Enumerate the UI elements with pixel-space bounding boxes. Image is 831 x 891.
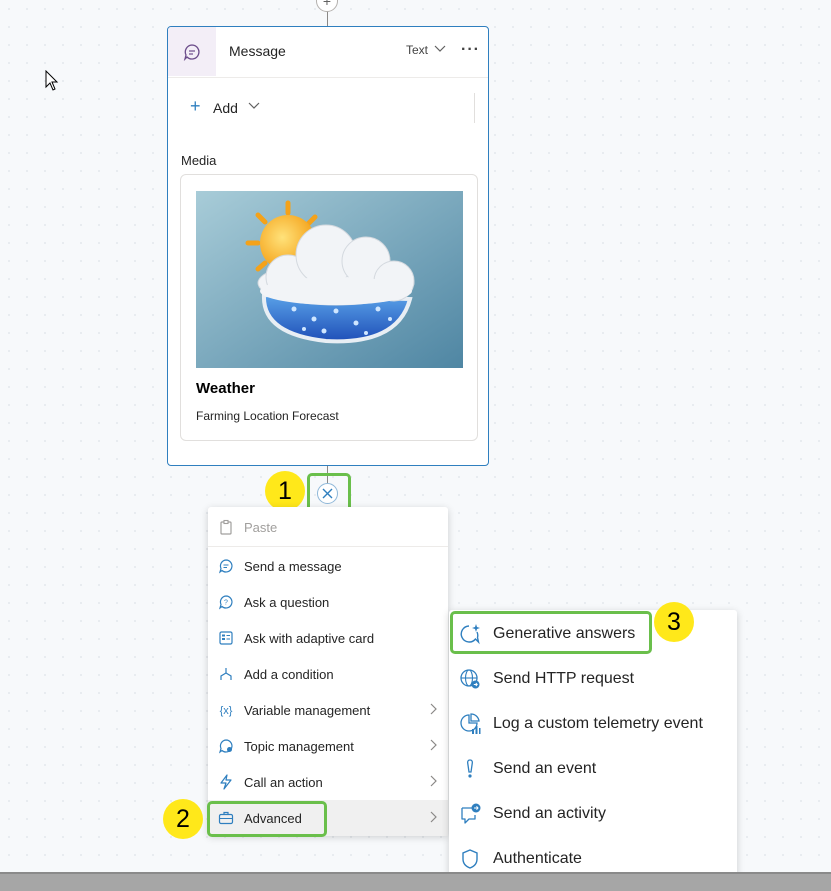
adaptive-card-icon [217, 629, 235, 647]
chevron-right-icon [430, 775, 437, 787]
paste-icon [217, 518, 235, 536]
svg-text:?: ? [224, 600, 228, 607]
step-badge-1: 1 [265, 471, 305, 511]
step-badge-2: 2 [163, 799, 203, 839]
telemetry-icon [459, 712, 481, 735]
message-node-header: Message Text ··· [168, 27, 488, 78]
exclamation-icon [459, 758, 481, 780]
activity-icon [459, 803, 481, 825]
window-bottom-edge [0, 872, 831, 891]
menu-divider [208, 546, 448, 547]
menu-item-send-message[interactable]: Send a message [208, 548, 448, 584]
add-chevron-down-icon[interactable] [248, 102, 260, 110]
media-card-title: Weather [196, 380, 255, 397]
menu-item-add-condition[interactable]: Add a condition [208, 656, 448, 692]
media-card[interactable]: Weather Farming Location Forecast [180, 174, 478, 441]
toolbar-divider [474, 93, 475, 123]
add-button[interactable]: Add [213, 100, 238, 116]
question-icon: ? [217, 593, 235, 611]
menu-item-variable-management[interactable]: {x} Variable management [208, 692, 448, 728]
menu-item-ask-question[interactable]: ? Ask a question [208, 584, 448, 620]
menu-item-label: Topic management [244, 738, 354, 754]
chevron-down-icon[interactable] [434, 45, 446, 53]
menu-item-label: Send HTTP request [493, 669, 635, 687]
menu-item-label: Add a condition [244, 666, 334, 682]
generative-answers-highlight [450, 611, 652, 654]
message-node-card[interactable]: Message Text ··· + Add Media Weather Far… [167, 26, 489, 466]
menu-item-send-activity[interactable]: Send an activity [449, 791, 737, 836]
chevron-right-icon [430, 703, 437, 715]
media-card-subtitle: Farming Location Forecast [196, 409, 339, 423]
menu-item-label: Variable management [244, 702, 371, 718]
menu-item-adaptive-card[interactable]: Ask with adaptive card [208, 620, 448, 656]
message-node-title: Message [229, 43, 286, 59]
menu-item-label: Send a message [244, 558, 342, 574]
media-section-label: Media [181, 153, 217, 168]
pointer-cursor-icon [45, 70, 59, 91]
chevron-right-icon [430, 739, 437, 751]
menu-item-label: Log a custom telemetry event [493, 714, 703, 732]
message-icon [168, 27, 216, 76]
shield-icon [459, 848, 481, 870]
menu-item-send-http-request[interactable]: Send HTTP request [449, 656, 737, 701]
text-mode-dropdown[interactable]: Text [406, 43, 428, 57]
add-plus-icon[interactable]: + [190, 96, 201, 117]
globe-icon [459, 668, 481, 690]
weather-image [196, 191, 463, 368]
step-badge-3: 3 [654, 602, 694, 642]
menu-item-label: Ask with adaptive card [244, 630, 375, 646]
menu-item-label: Authenticate [493, 849, 582, 867]
menu-item-label: Call an action [244, 774, 323, 790]
variable-icon: {x} [217, 701, 235, 719]
menu-item-label: Ask a question [244, 594, 330, 610]
menu-item-paste[interactable]: Paste [208, 509, 448, 545]
advanced-highlight [207, 801, 327, 837]
message-icon [217, 557, 235, 575]
menu-item-send-event[interactable]: Send an event [449, 746, 737, 791]
add-node-top-button[interactable]: + [316, 0, 338, 12]
menu-item-label: Send an activity [493, 804, 606, 822]
menu-item-call-action[interactable]: Call an action [208, 764, 448, 800]
menu-item-label: Send an event [493, 759, 597, 777]
branch-icon [217, 665, 235, 683]
more-options-button[interactable]: ··· [461, 41, 480, 59]
menu-item-label: Paste [244, 519, 278, 535]
topic-icon [217, 737, 235, 755]
lightning-icon [217, 773, 235, 791]
add-node-menu: Paste Send a message ? Ask a question As… [208, 507, 448, 836]
menu-item-log-telemetry[interactable]: Log a custom telemetry event [449, 701, 737, 746]
chevron-right-icon [430, 811, 437, 823]
svg-text:{x}: {x} [220, 705, 233, 717]
menu-item-topic-management[interactable]: Topic management [208, 728, 448, 764]
